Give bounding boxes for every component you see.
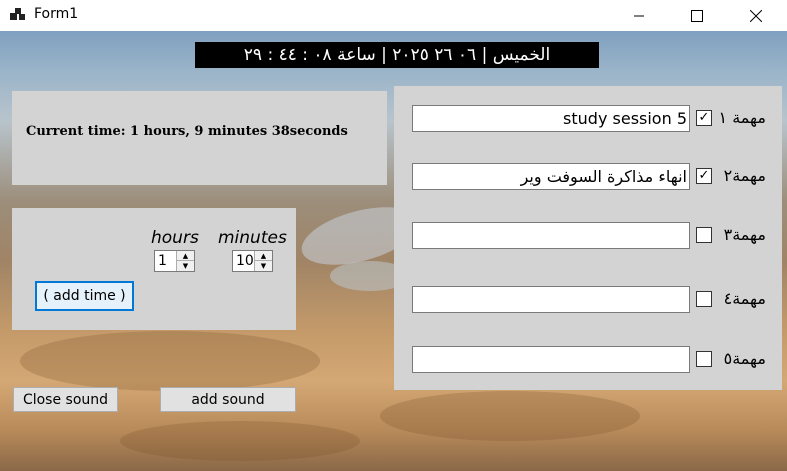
task-5-label: مهمة٥ [723,349,766,368]
close-sound-button[interactable]: Close sound [13,387,118,412]
task-4-checkbox[interactable] [696,291,712,307]
minutes-stepper-buttons: ▲ ▼ [254,251,272,271]
chevron-down-icon: ▼ [260,262,267,270]
hours-stepper[interactable]: 1 ▲ ▼ [154,250,195,272]
hours-value: 1 [158,253,167,269]
add-time-button[interactable]: ( add time ) [35,281,134,311]
hours-stepper-buttons: ▲ ▼ [176,251,194,271]
task-4-input[interactable] [412,286,690,313]
hours-label: hours [151,228,199,248]
add-sound-button[interactable]: add sound [160,387,296,412]
task-2-checkbox[interactable]: ✓ [696,168,712,184]
tasks-panel: study session 5 ✓ مهمة ١ انهاء مذاكرة ال… [394,86,782,390]
minimize-button[interactable] [616,0,662,31]
hours-down-button[interactable]: ▼ [177,261,194,271]
current-time-label: Current time: 1 hours, 9 minutes 38secon… [26,124,348,139]
task-3-input[interactable] [412,222,690,249]
minimize-icon [634,15,644,16]
date-time-display: الخميس | ٠٦ ٢٦ ٢٠٢٥ | ساعة ٠٨ : ٤٤ : ٢٩ [195,42,599,68]
close-button[interactable] [733,0,779,31]
check-icon: ✓ [698,110,710,125]
background-dune [20,331,320,391]
task-5-input[interactable] [412,346,690,373]
minutes-value: 10 [236,253,254,269]
background-dune [120,421,360,461]
task-2-label: مهمة٢ [723,166,766,185]
task-4-label: مهمة٤ [723,289,766,308]
task-5-checkbox[interactable] [696,351,712,367]
minutes-label: minutes [218,228,287,248]
title-bar: Form1 [0,0,787,31]
minutes-stepper[interactable]: 10 ▲ ▼ [232,250,273,272]
maximize-icon [691,9,703,22]
close-icon [750,9,762,22]
current-time-panel: Current time: 1 hours, 9 minutes 38secon… [12,91,387,185]
task-1-checkbox[interactable]: ✓ [696,110,712,126]
background-dune [380,391,640,441]
task-3-label: مهمة٣ [723,225,766,244]
task-3-checkbox[interactable] [696,227,712,243]
check-icon: ✓ [698,168,710,183]
chevron-down-icon: ▼ [182,262,189,270]
minutes-down-button[interactable]: ▼ [255,261,272,271]
task-2-input[interactable]: انهاء مذاكرة السوفت وير [412,163,690,190]
task-1-label: مهمة ١ [718,108,766,127]
timer-panel: hours minutes 1 ▲ ▼ 10 ▲ ▼ ( add time ) [12,208,296,330]
app-window-icon [10,8,25,20]
window-title: Form1 [34,6,79,22]
task-1-input[interactable]: study session 5 [412,105,690,132]
form-client-area: الخميس | ٠٦ ٢٦ ٢٠٢٥ | ساعة ٠٨ : ٤٤ : ٢٩ … [0,31,787,471]
maximize-button[interactable] [674,0,720,31]
